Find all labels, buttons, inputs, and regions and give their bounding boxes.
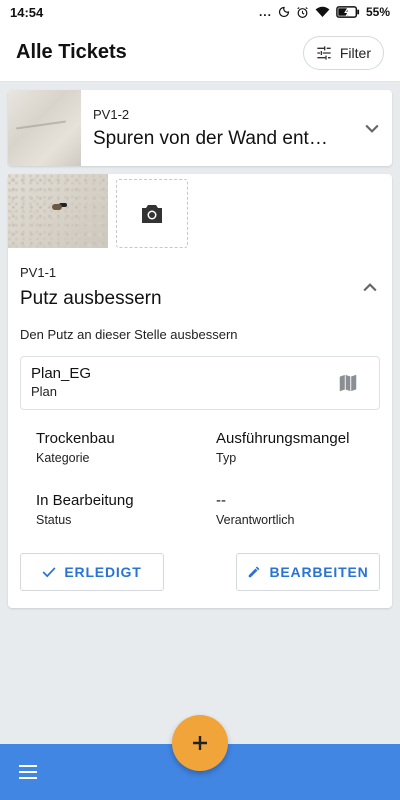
hamburger-menu-icon <box>19 765 37 779</box>
type-value: Ausführungsmangel <box>216 430 350 447</box>
chevron-up-icon <box>363 283 377 292</box>
chevron-down-icon <box>365 124 379 133</box>
menu-button[interactable] <box>18 764 38 785</box>
signal-dots: ... <box>258 5 272 19</box>
category-value: Trockenbau <box>36 430 115 447</box>
map-icon <box>339 374 357 392</box>
ticket-description: Den Putz an dieser Stelle ausbessern <box>20 327 238 342</box>
check-icon <box>42 567 56 578</box>
ticket-title: Spuren von der Wand ent… <box>93 127 328 149</box>
status-value: In Bearbeitung <box>36 492 134 509</box>
field-type: Ausführungsmangel Typ <box>216 430 376 465</box>
done-button[interactable]: ERLEDIGT <box>20 553 164 591</box>
status-label: Status <box>36 513 72 527</box>
pencil-icon <box>249 566 260 578</box>
responsible-label: Verantwortlich <box>216 513 295 527</box>
ticket-id: PV1-2 <box>93 106 130 122</box>
photo-row <box>8 174 188 248</box>
edit-button-label: BEARBEITEN <box>269 564 369 580</box>
ticket-title: Putz ausbessern <box>20 288 162 309</box>
type-label: Typ <box>216 451 237 465</box>
wifi-icon <box>315 6 330 17</box>
add-ticket-button[interactable] <box>172 715 228 771</box>
expand-button[interactable] <box>352 118 392 138</box>
page-title: Alle Tickets <box>16 41 127 63</box>
field-status: In Bearbeitung Status <box>36 492 196 527</box>
ticket-summary: PV1-2 Spuren von der Wand ent… <box>81 107 352 150</box>
ticket-photo-thumbnail[interactable] <box>8 90 81 166</box>
ticket-photo-thumbnail[interactable] <box>8 174 108 248</box>
battery-percent: 55% <box>365 5 390 19</box>
ticket-card-pv1-1: PV1-1 Putz ausbessern Den Putz an dieser… <box>8 174 392 608</box>
plan-label: Plan <box>31 384 58 399</box>
field-category: Trockenbau Kategorie <box>36 430 196 465</box>
status-bar: 14:54 ... 55% <box>0 0 400 24</box>
plan-name: Plan_EG <box>31 365 92 382</box>
status-time: 14:54 <box>10 4 44 20</box>
edit-button[interactable]: BEARBEITEN <box>236 553 380 591</box>
responsible-value: -- <box>216 492 226 509</box>
done-button-label: ERLEDIGT <box>64 564 142 580</box>
filter-label: Filter <box>339 44 371 61</box>
plan-link[interactable]: Plan_EG Plan <box>20 356 380 410</box>
tune-icon <box>317 45 331 60</box>
battery-charging-icon <box>336 6 360 18</box>
ticket-card-pv1-2[interactable]: PV1-2 Spuren von der Wand ent… <box>8 90 392 166</box>
add-photo-button[interactable] <box>116 179 188 248</box>
filter-button[interactable]: Filter <box>302 35 384 70</box>
field-responsible: -- Verantwortlich <box>216 492 376 527</box>
ticket-id: PV1-1 <box>20 265 57 280</box>
status-icons: ... 55% <box>259 5 390 19</box>
camera-icon <box>142 204 162 223</box>
app-bar: Alle Tickets Filter <box>0 24 400 82</box>
alarm-icon <box>297 6 308 18</box>
collapse-button[interactable] <box>360 278 380 303</box>
category-label: Kategorie <box>36 451 90 465</box>
moon-icon <box>278 6 290 18</box>
plus-icon <box>193 736 207 750</box>
